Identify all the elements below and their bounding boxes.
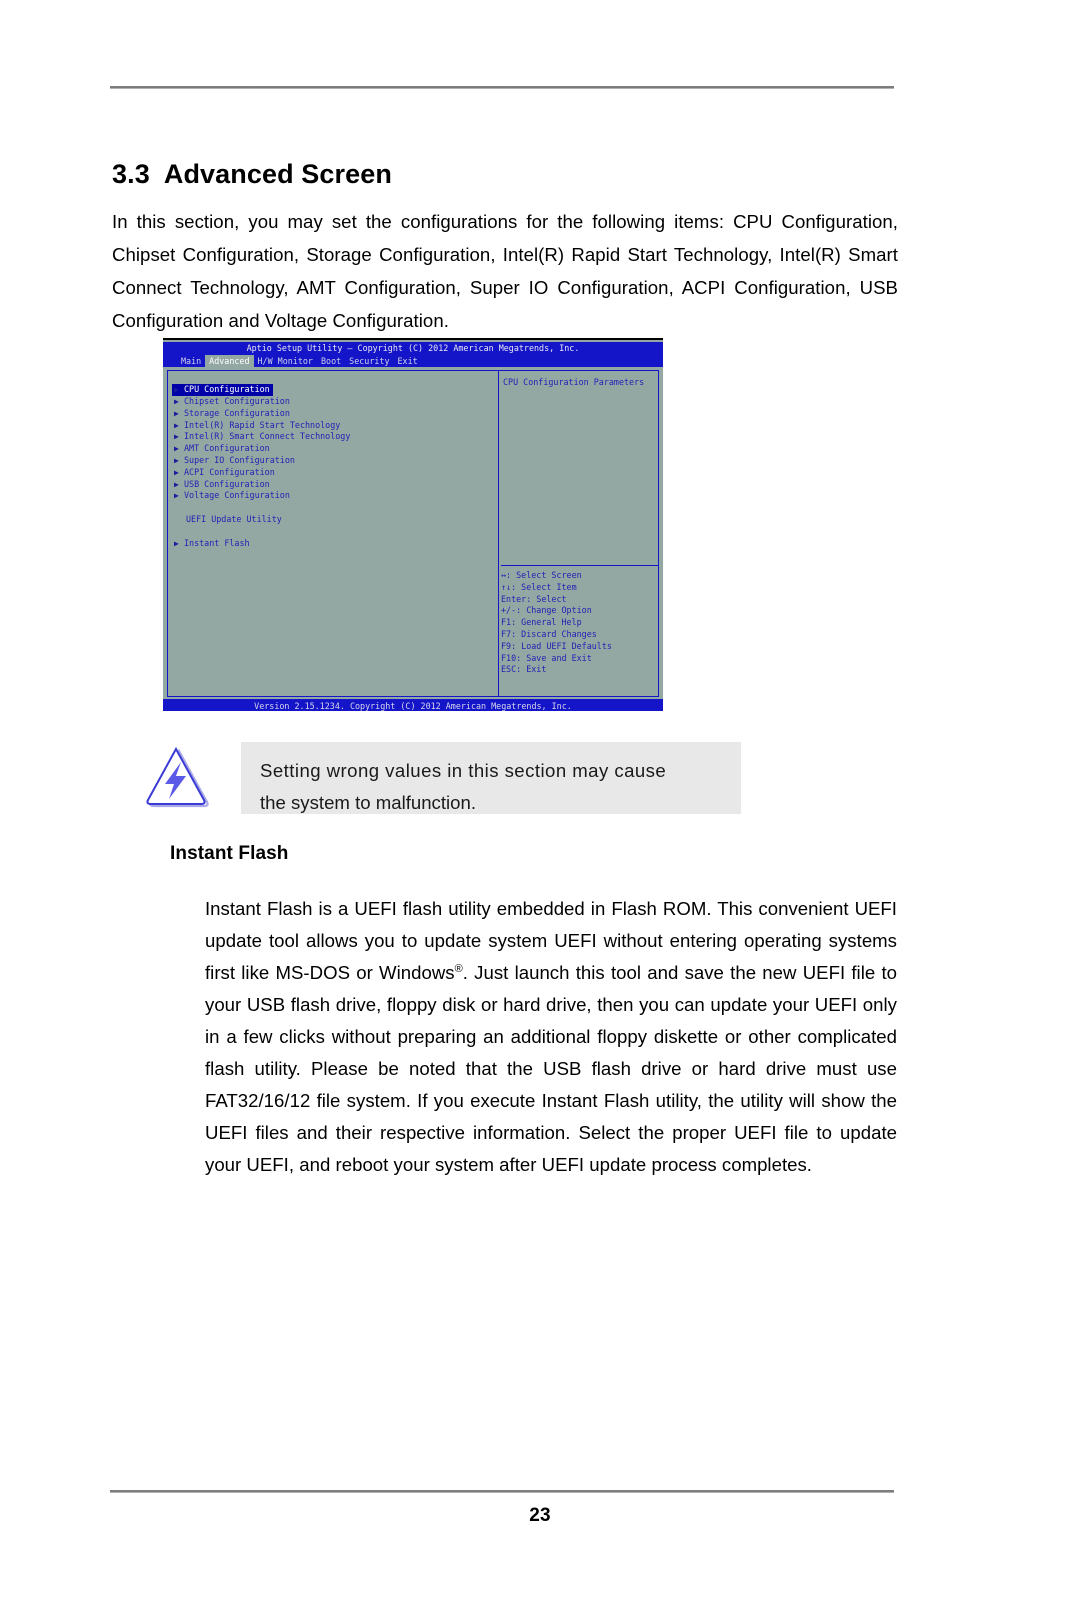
warning-note: Setting wrong values in this section may… bbox=[145, 742, 745, 814]
footer-rule bbox=[110, 1490, 894, 1493]
bios-tab-exit[interactable]: Exit bbox=[394, 355, 422, 367]
triangle-right-icon: ▶ bbox=[174, 467, 179, 477]
triangle-right-icon: ▶ bbox=[174, 385, 179, 394]
page-number: 23 bbox=[529, 1505, 551, 1526]
triangle-right-icon: ▶ bbox=[174, 444, 179, 454]
warning-note-line-2: the system to malfunction. bbox=[260, 792, 476, 813]
bios-menu-spacer bbox=[172, 502, 498, 514]
bios-menu-item-intel-r-rapid-start-technology[interactable]: ▶ Intel(R) Rapid Start Technology bbox=[172, 420, 498, 432]
bios-help-pane: CPU Configuration Parameters ↔: Select S… bbox=[499, 371, 658, 696]
bios-hotkey-hint: F9: Load UEFI Defaults bbox=[501, 640, 612, 651]
triangle-right-icon: ▶ bbox=[174, 491, 179, 501]
bios-hotkey-hint: F7: Discard Changes bbox=[501, 628, 597, 639]
warning-triangle-lightning-icon bbox=[145, 744, 219, 814]
bios-footer-bar: Version 2.15.1234. Copyright (C) 2012 Am… bbox=[163, 699, 663, 711]
bios-help-description: CPU Configuration Parameters bbox=[503, 377, 645, 387]
instant-flash-heading: Instant Flash bbox=[170, 843, 289, 864]
triangle-right-icon: ▶ bbox=[174, 538, 179, 548]
bios-menu-item-label: Intel(R) Rapid Start Technology bbox=[184, 419, 341, 430]
bios-menu-item-label: Instant Flash bbox=[184, 537, 250, 548]
bios-menu-item-instant-flash[interactable]: ▶ Instant Flash bbox=[172, 538, 498, 550]
bios-menu-item-voltage-configuration[interactable]: ▶ Voltage Configuration bbox=[172, 490, 498, 502]
triangle-right-icon: ▶ bbox=[174, 397, 179, 406]
bios-hotkey-list: ↔: Select Screen ↑↓: Select Item Enter: Se… bbox=[501, 570, 659, 676]
warning-note-line-1: Setting wrong values in this section may… bbox=[260, 760, 667, 781]
bios-hotkey-hint: ↔: Select Screen bbox=[501, 570, 582, 580]
bios-tab-advanced[interactable]: Advanced bbox=[205, 355, 254, 367]
bios-menu-item-cpu-configuration[interactable]: ▶ CPU Configuration bbox=[172, 384, 273, 396]
bios-menu-item-label: AMT Configuration bbox=[184, 443, 270, 454]
bios-tab-h-w-monitor[interactable]: H/W Monitor bbox=[254, 355, 317, 367]
bios-menu-item-chipset-configuration[interactable]: ▶ Chipset Configuration bbox=[172, 396, 498, 408]
bios-menu-item-usb-configuration[interactable]: ▶ USB Configuration bbox=[172, 479, 498, 491]
bios-menu-item-intel-r-smart-connect-technology[interactable]: ▶ Intel(R) Smart Connect Technology bbox=[172, 431, 498, 443]
registered-trademark-mark: ® bbox=[454, 962, 463, 975]
bios-menu-item-label: Storage Configuration bbox=[184, 407, 290, 418]
bios-menu-item-amt-configuration[interactable]: ▶ AMT Configuration bbox=[172, 443, 498, 455]
bios-tab-security[interactable]: Security bbox=[345, 355, 393, 367]
manual-page: 3.3 Advanced Screen In this section, you … bbox=[0, 0, 1080, 1619]
bios-title-bar: Aptio Setup Utility – Copyright (C) 2012… bbox=[163, 342, 663, 355]
triangle-right-icon: ▶ bbox=[174, 432, 179, 442]
instant-flash-body: Instant Flash is a UEFI flash utility em… bbox=[205, 893, 897, 1181]
bios-menu-item-super-io-configuration[interactable]: ▶ Super IO Configuration bbox=[172, 455, 498, 467]
instant-flash-body-part2: . Just launch this tool and save the new… bbox=[205, 961, 897, 1175]
bios-menu-item-label: Chipset Configuration bbox=[184, 396, 290, 406]
bios-menu-pane: ▶ CPU Configuration ▶ Chipset Configuration… bbox=[168, 371, 499, 696]
bios-menu-spacer bbox=[172, 526, 498, 538]
bios-menu-item-label: CPU Configuration bbox=[184, 384, 270, 394]
bios-tab-main[interactable]: Main bbox=[177, 355, 205, 367]
bios-hotkey-hint: ↑↓: Select Item bbox=[501, 581, 577, 592]
bios-hotkey-hint: F10: Save and Exit bbox=[501, 652, 592, 663]
bios-tab-boot[interactable]: Boot bbox=[317, 355, 345, 367]
section-title: Advanced Screen bbox=[163, 159, 392, 190]
bios-hotkey-hint: +/-: Change Option bbox=[501, 605, 592, 616]
bios-group-label-uefi-update-utility: UEFI Update Utility bbox=[186, 513, 282, 524]
bios-setup-screenshot: Aptio Setup Utility – Copyright (C) 2012… bbox=[163, 338, 663, 711]
bios-menu-item-label: Super IO Configuration bbox=[184, 454, 295, 465]
bios-tab-bar: Main Advanced H/W Monitor Boot Security Exit bbox=[163, 355, 663, 367]
bios-menu-item-label: USB Configuration bbox=[184, 478, 270, 489]
page-title: 3.3 Advanced Screen bbox=[112, 159, 392, 190]
triangle-right-icon: ▶ bbox=[174, 408, 179, 418]
triangle-right-icon: ▶ bbox=[174, 420, 179, 430]
header-rule bbox=[110, 86, 894, 89]
bios-menu-item-label: Voltage Configuration bbox=[184, 490, 290, 501]
bios-hotkey-hint: ESC: Exit bbox=[501, 664, 547, 675]
bios-help-divider bbox=[501, 565, 658, 566]
bios-hotkey-hint: Enter: Select bbox=[501, 593, 567, 604]
triangle-right-icon: ▶ bbox=[174, 455, 179, 465]
section-number: 3.3 bbox=[112, 159, 150, 190]
bios-menu-item-label: Intel(R) Smart Connect Technology bbox=[184, 431, 351, 442]
intro-paragraph: In this section, you may set the configu… bbox=[112, 210, 898, 331]
bios-menu-item-label: ACPI Configuration bbox=[184, 466, 275, 477]
warning-note-box: Setting wrong values in this section may… bbox=[241, 742, 741, 814]
triangle-right-icon: ▶ bbox=[174, 479, 179, 489]
bios-content-area: ▶ CPU Configuration ▶ Chipset Configuration… bbox=[167, 370, 659, 697]
bios-hotkey-hint: F1: General Help bbox=[501, 617, 582, 628]
bios-menu-item-acpi-configuration[interactable]: ▶ ACPI Configuration bbox=[172, 467, 498, 479]
bios-menu-item-storage-configuration[interactable]: ▶ Storage Configuration bbox=[172, 408, 498, 420]
